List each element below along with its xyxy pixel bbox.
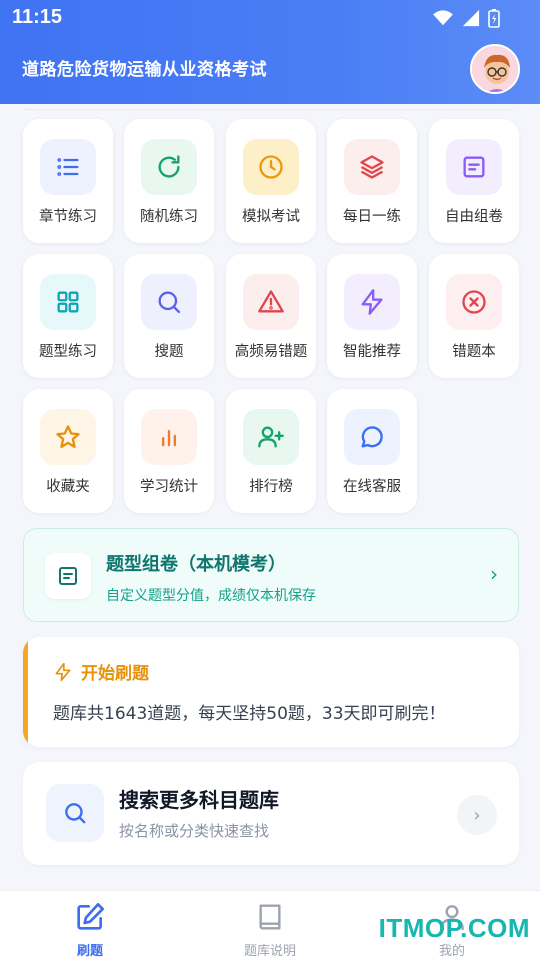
status-bar: 11:15 bbox=[0, 0, 540, 38]
bar-chart-icon bbox=[141, 409, 197, 465]
edit-icon bbox=[77, 903, 104, 930]
nav-bank-info[interactable]: 题库说明 bbox=[210, 901, 330, 959]
layers-icon bbox=[344, 139, 400, 195]
tile-favorites[interactable]: 收藏夹 bbox=[23, 389, 113, 513]
message-circle-icon bbox=[344, 409, 400, 465]
clock-icon bbox=[243, 139, 299, 195]
tile-leaderboard[interactable]: 排行榜 bbox=[226, 389, 316, 513]
divider bbox=[24, 104, 514, 110]
tile-label: 收藏夹 bbox=[46, 479, 90, 495]
nav-label: 题库说明 bbox=[243, 944, 296, 959]
start-card-title: 开始刷题 bbox=[81, 664, 149, 684]
start-card-text: 题库共1643道题，每天坚持50题，33天即可刷完！ bbox=[53, 704, 446, 724]
search-icon bbox=[141, 274, 197, 330]
signal-icon bbox=[462, 9, 480, 27]
tile-label: 排行榜 bbox=[249, 479, 293, 495]
zap-icon bbox=[55, 662, 71, 681]
tile-wrong-book[interactable]: 错题本 bbox=[429, 254, 519, 378]
start-card-header: 开始刷题 bbox=[53, 659, 149, 684]
tile-random-practice[interactable]: 随机练习 bbox=[124, 119, 214, 243]
tile-label: 随机练习 bbox=[140, 209, 198, 225]
x-circle-icon bbox=[446, 274, 502, 330]
tile-label: 高频易错题 bbox=[234, 344, 308, 360]
avatar[interactable] bbox=[470, 44, 520, 94]
bottom-nav: 刷题 题库说明 我的 ITMOP.COM bbox=[0, 890, 540, 960]
search-card-title: 搜索更多科目题库 bbox=[119, 788, 279, 812]
tile-free-compose[interactable]: 自由组卷 bbox=[429, 119, 519, 243]
tile-study-stats[interactable]: 学习统计 bbox=[124, 389, 214, 513]
app-header: 11:15 道路危险货物运输从业资格考试 bbox=[0, 0, 540, 104]
user-plus-icon bbox=[243, 409, 299, 465]
tile-label: 在线客服 bbox=[343, 479, 401, 495]
nav-practice[interactable]: 刷题 bbox=[30, 901, 150, 959]
zap-icon bbox=[344, 274, 400, 330]
refresh-icon bbox=[141, 139, 197, 195]
alert-triangle-icon bbox=[243, 274, 299, 330]
tile-mock-exam[interactable]: 模拟考试 bbox=[226, 119, 316, 243]
tile-frequent-errors[interactable]: 高频易错题 bbox=[226, 254, 316, 378]
tile-label: 搜题 bbox=[154, 344, 184, 360]
grid-icon bbox=[40, 274, 96, 330]
tile-label: 模拟考试 bbox=[242, 209, 300, 225]
nav-label: 刷题 bbox=[76, 944, 103, 959]
banner-subtitle: 自定义题型分值，成绩仅本机保存 bbox=[106, 588, 316, 604]
chevron-right-icon: › bbox=[490, 562, 498, 586]
tile-search-question[interactable]: 搜题 bbox=[124, 254, 214, 378]
tile-daily-practice[interactable]: 每日一练 bbox=[327, 119, 417, 243]
tile-chapter-practice[interactable]: 章节练习 bbox=[23, 119, 113, 243]
status-time: 11:15 bbox=[12, 6, 63, 28]
tile-online-support[interactable]: 在线客服 bbox=[327, 389, 417, 513]
type-compose-banner[interactable]: 题型组卷（本机模考） 自定义题型分值，成绩仅本机保存 › bbox=[23, 528, 519, 622]
search-more-card[interactable]: 搜索更多科目题库 按名称或分类快速查找 › bbox=[23, 762, 519, 865]
tile-label: 章节练习 bbox=[39, 209, 97, 225]
tile-label: 错题本 bbox=[452, 344, 496, 360]
chevron-right-icon[interactable]: › bbox=[457, 795, 497, 835]
watermark-text: ITMOP.COM bbox=[378, 913, 530, 943]
tile-label: 题型练习 bbox=[39, 344, 97, 360]
avatar-face-icon bbox=[472, 46, 518, 92]
tile-label: 自由组卷 bbox=[445, 209, 503, 225]
file-text-icon bbox=[446, 139, 502, 195]
tile-label: 智能推荐 bbox=[343, 344, 401, 360]
search-card-subtitle: 按名称或分类快速查找 bbox=[119, 822, 270, 840]
list-icon bbox=[40, 139, 96, 195]
tile-type-practice[interactable]: 题型练习 bbox=[23, 254, 113, 378]
start-practice-card[interactable]: 开始刷题 题库共1643道题，每天坚持50题，33天即可刷完！ bbox=[23, 637, 519, 747]
tile-smart-recommend[interactable]: 智能推荐 bbox=[327, 254, 417, 378]
tile-label: 每日一练 bbox=[343, 209, 401, 225]
star-icon bbox=[40, 409, 96, 465]
book-icon bbox=[259, 904, 281, 930]
search-icon bbox=[46, 784, 104, 842]
app-title: 道路危险货物运输从业资格考试 bbox=[22, 60, 267, 80]
wifi-icon bbox=[433, 10, 453, 26]
main-content: 章节练习 随机练习 模拟考试 每日一练 自由组卷 题型练习 搜题 高频易错题 智… bbox=[0, 104, 540, 890]
status-icons bbox=[432, 8, 500, 28]
file-text-icon bbox=[45, 553, 91, 599]
tile-label: 学习统计 bbox=[140, 479, 198, 495]
banner-title: 题型组卷（本机模考） bbox=[106, 554, 286, 575]
battery-icon bbox=[488, 9, 500, 28]
